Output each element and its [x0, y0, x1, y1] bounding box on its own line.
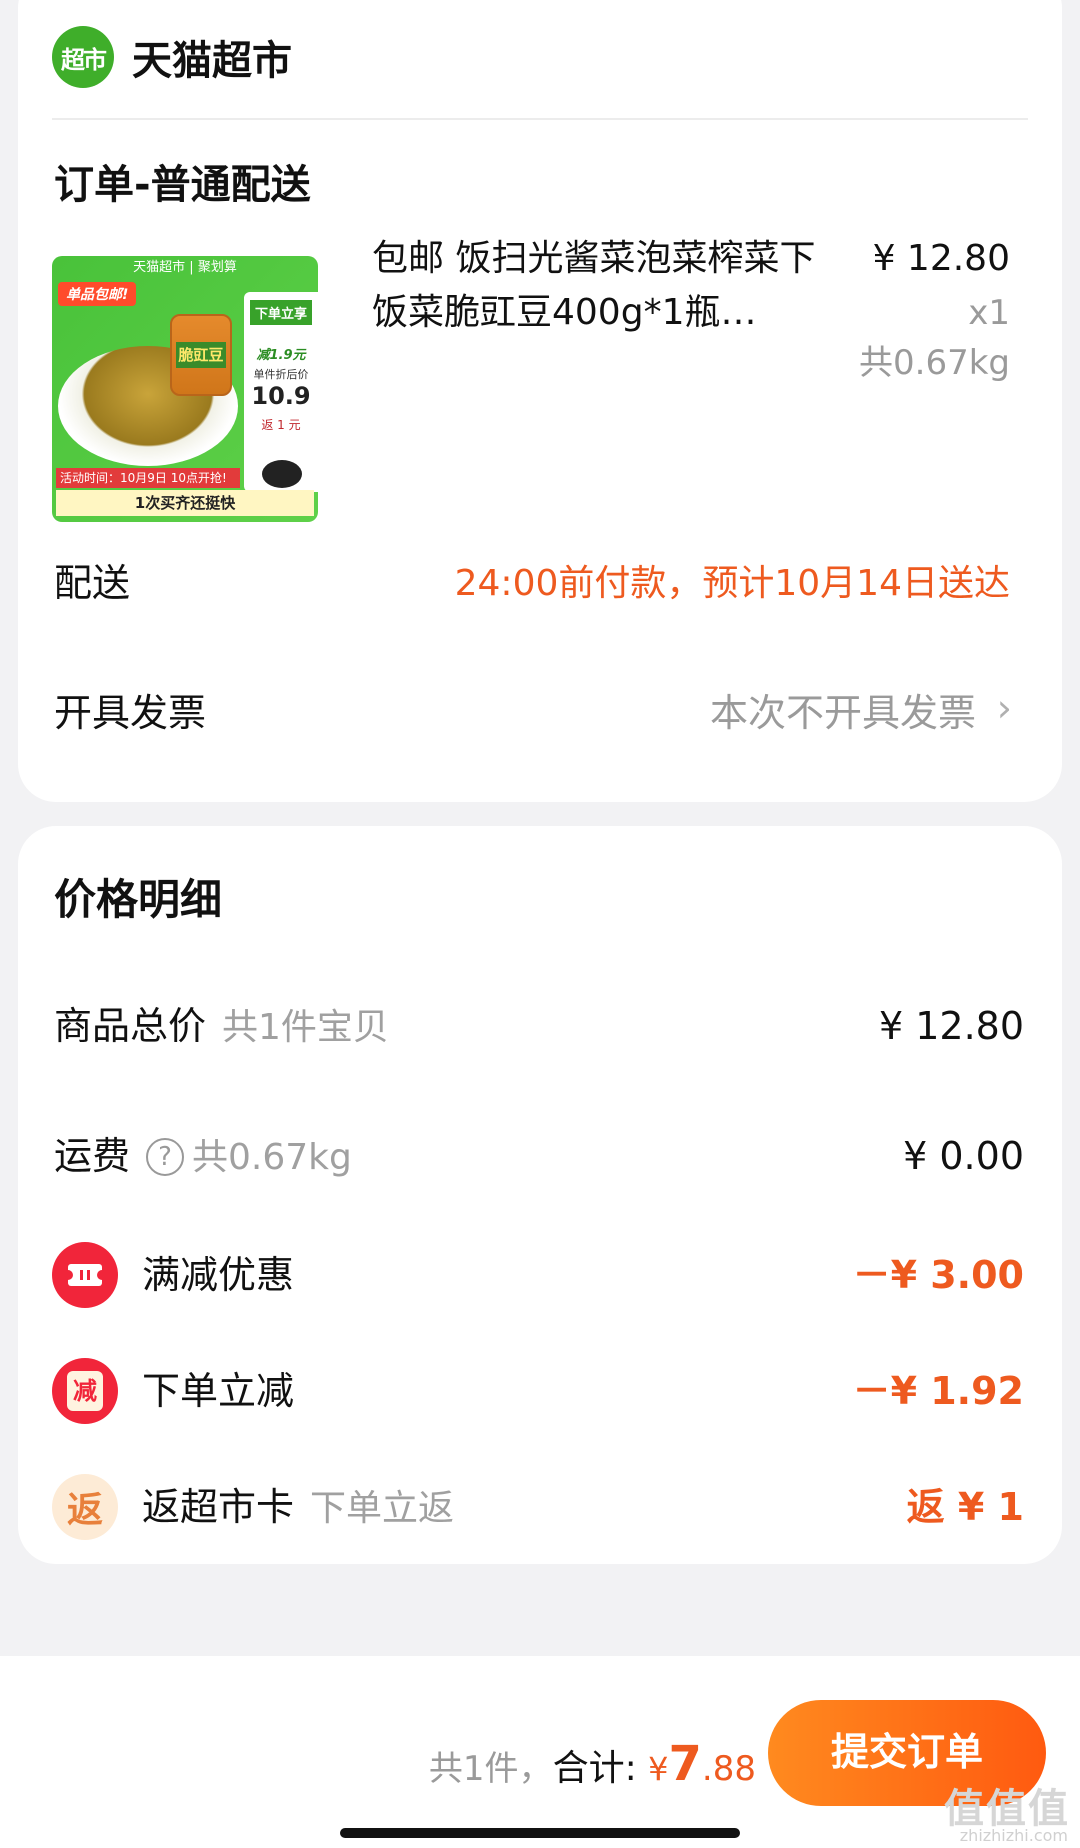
thumb-side-discount: 减1.9元 [256, 348, 306, 363]
delivery-label: 配送 [54, 561, 131, 605]
full-discount-label: 满减优惠 [142, 1253, 295, 1297]
shipping-label: 运费? 共0.67kg [54, 1134, 352, 1178]
card-return-sub: 下单立返 [310, 1488, 455, 1529]
product-thumbnail[interactable]: 天猫超市 | 聚划算 单品包邮! 脆豇豆 下单立享 减1.9元 单件折后价 10… [52, 256, 318, 522]
instant-discount-label: 下单立减 [142, 1369, 295, 1413]
total-label: 合计: [552, 1748, 637, 1789]
invoice-value[interactable]: 本次不开具发票 [710, 682, 976, 737]
order-type-title: 订单-普通配送 [54, 162, 311, 208]
thumb-price: 10.9 [251, 382, 311, 410]
ticket-icon [52, 1242, 118, 1308]
store-name: 天猫超市 [132, 38, 292, 84]
card-return-label: 返超市卡 下单立返 [142, 1485, 455, 1529]
item-count: 共1件， [428, 1749, 553, 1789]
tmall-cat-icon [262, 460, 302, 488]
delivery-estimate: 24:00前付款，预计10月14日送达 [454, 563, 1010, 604]
thumb-side-note: 单件折后价 [253, 368, 309, 381]
total-decimal: .88 [701, 1749, 756, 1789]
instant-discount-icon: 减 [52, 1358, 118, 1424]
full-discount-value: －¥ 3.00 [852, 1253, 1024, 1297]
goods-total-row: 商品总价 共1件宝贝 ¥ 12.80 [18, 996, 1062, 1056]
card-return-row[interactable]: 返 返超市卡 下单立返 返 ¥ 1 [18, 1474, 1062, 1540]
home-indicator[interactable] [340, 1828, 740, 1838]
instant-discount-row[interactable]: 减 下单立减 －¥ 1.92 [18, 1358, 1062, 1424]
thumb-activity: 活动时间：10月9日 10点开抢! [56, 468, 240, 488]
return-icon: 返 [52, 1474, 118, 1540]
chevron-right-icon[interactable]: › [997, 686, 1012, 730]
thumb-footer: 1次买齐还挺快 [56, 490, 314, 516]
product-title[interactable]: 包邮 饭扫光酱菜泡菜榨菜下饭菜脆豇豆400g*1瓶… [372, 232, 832, 340]
goods-total-value: ¥ 12.80 [878, 1004, 1024, 1048]
order-summary: 共1件，合计: ¥7.88 [429, 1736, 756, 1792]
help-icon[interactable]: ? [146, 1138, 185, 1176]
price-detail-title: 价格明细 [54, 875, 223, 924]
thumb-top-text: 天猫超市 | 聚划算 [133, 260, 237, 275]
invoice-label[interactable]: 开具发票 [54, 682, 206, 737]
instant-discount-value: －¥ 1.92 [852, 1369, 1024, 1413]
thumb-badge: 单品包邮! [58, 282, 137, 306]
card-return-value: 返 ¥ 1 [906, 1485, 1024, 1529]
divider [52, 118, 1028, 120]
goods-count: 共1件宝贝 [222, 1007, 389, 1048]
thumb-side-promo: 下单立享 [250, 300, 312, 325]
watermark-url: zhizhizhi.com [959, 1826, 1068, 1845]
total-integer: 7 [668, 1736, 702, 1792]
checkout-page: 超市 天猫超市 订单-普通配送 天猫超市 | 聚划算 单品包邮! 脆豇豆 下单立… [0, 0, 1080, 1848]
shipping-row: 运费? 共0.67kg ¥ 0.00 [18, 1126, 1062, 1186]
product-weight: 共0.67kg [859, 343, 1010, 383]
price-detail-card: 价格明细 商品总价 共1件宝贝 ¥ 12.80 运费? 共0.67kg ¥ 0.00… [18, 826, 1062, 1564]
order-card: 超市 天猫超市 订单-普通配送 天猫超市 | 聚划算 单品包邮! 脆豇豆 下单立… [18, 0, 1062, 802]
jar-label: 脆豇豆 [176, 342, 226, 368]
store-logo: 超市 [52, 26, 114, 88]
shipping-value: ¥ 0.00 [903, 1134, 1024, 1178]
store-header[interactable]: 超市 天猫超市 [52, 20, 292, 94]
bottom-action-bar: 共1件，合计: ¥7.88 提交订单 值值值 zhizhizhi.com [0, 1656, 1080, 1848]
total-currency: ¥ [648, 1750, 669, 1788]
goods-total-label: 商品总价 共1件宝贝 [54, 1004, 389, 1048]
product-quantity: x1 [968, 293, 1010, 333]
thumb-side-return: 返 1 元 [261, 418, 301, 432]
product-price: ¥ 12.80 [872, 238, 1010, 279]
shipping-weight: 共0.67kg [192, 1137, 352, 1178]
full-discount-row[interactable]: 满减优惠 －¥ 3.00 [18, 1242, 1062, 1308]
